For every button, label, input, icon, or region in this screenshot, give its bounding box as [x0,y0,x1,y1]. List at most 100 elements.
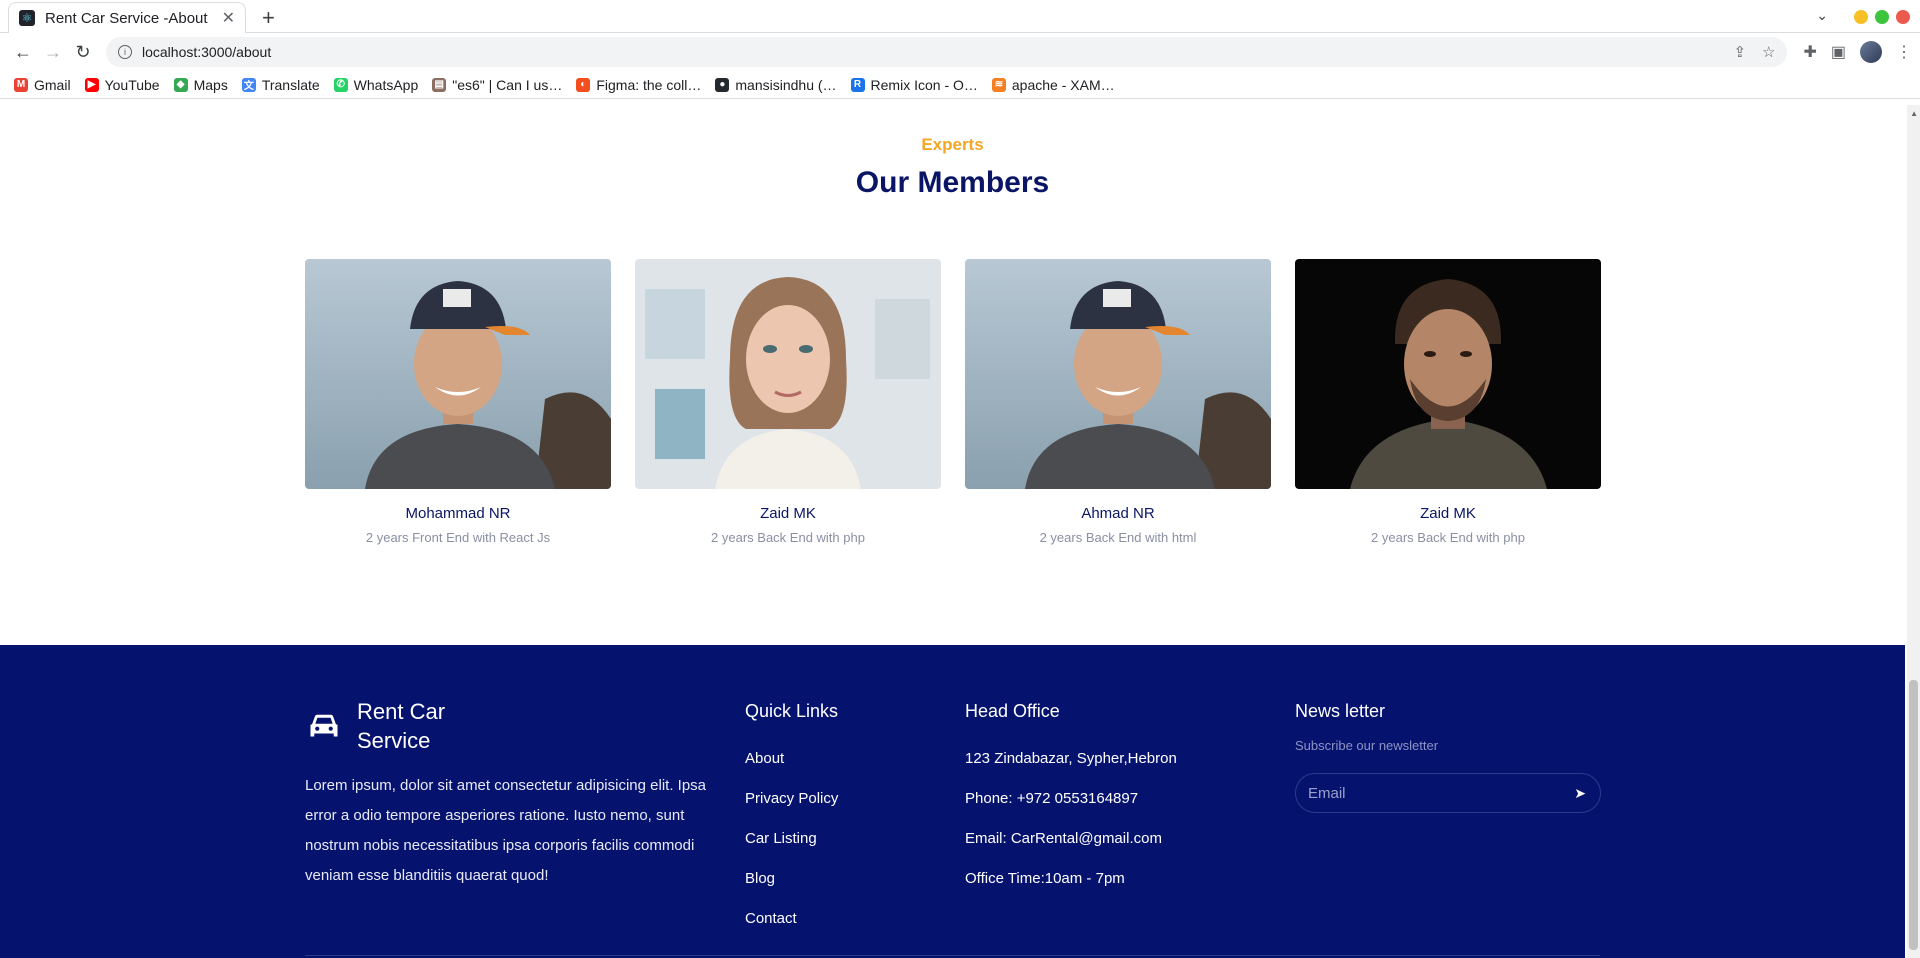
bookmark-favicon-icon: ≋ [991,77,1006,92]
bookmark-favicon-icon: ◐ [576,77,591,92]
url-text: localhost:3000/about [142,44,272,60]
bookmark-favicon-icon: M [14,77,28,92]
member-photo [305,259,611,489]
scrollbar[interactable]: ▲ [1907,105,1920,958]
footer-brand[interactable]: Rent Car Service [305,697,457,755]
member-name: Zaid MK [1420,505,1476,522]
extensions-icon[interactable]: ✚ [1803,42,1816,62]
bookmark-item[interactable]: ● mansisindhu (… [715,76,837,93]
member-role: 2 years Back End with php [1371,530,1525,545]
bookmark-label: "es6" | Can I us… [452,76,563,93]
bookmark-favicon-icon: ▶ [84,77,99,92]
footer-link-contact[interactable]: Contact [745,910,797,927]
members-section: Experts Our Members Mohammad NR 2 years … [0,105,1905,645]
reload-icon[interactable]: ↻ [68,37,98,67]
new-tab-button[interactable]: + [262,5,275,31]
info-icon[interactable]: i [118,45,132,59]
scroll-thumb[interactable] [1909,680,1918,950]
close-window-button[interactable] [1896,10,1910,24]
footer-link-blog[interactable]: Blog [745,870,775,887]
site-footer: Rent Car Service Lorem ipsum, dolor sit … [0,645,1905,958]
maximize-button[interactable] [1875,10,1889,24]
head-office-title: Head Office [965,701,1060,721]
brand-description: Lorem ipsum, dolor sit amet consectetur … [305,777,707,884]
footer-divider [305,955,1600,956]
avatar[interactable] [1860,41,1882,63]
member-name: Ahmad NR [1081,505,1155,522]
member-photo [635,259,941,489]
minimize-button[interactable] [1854,10,1868,24]
bookmark-label: Translate [261,76,320,93]
bookmark-favicon-icon: ● [715,77,730,92]
section-eyebrow: Experts [921,135,984,154]
office-email: Email: CarRental@gmail.com [965,830,1162,847]
bookmark-item[interactable]: ▶ YouTube [84,76,160,93]
bookmark-label: Gmail [34,76,71,93]
bookmarks-bar: M Gmail ▶ YouTube ◆ Maps 文 Translate ✆ WhatsApp ▤ "… [0,71,1920,99]
bookmark-item[interactable]: ▤ "es6" | Can I us… [432,77,562,93]
bookmark-label: mansisindhu (… [735,76,837,93]
quick-links-title: Quick Links [745,701,839,721]
car-icon [310,714,338,737]
member-card: Mohammad NR 2 years Front End with React… [305,259,611,545]
member-card: Zaid MK 2 years Back End with php [1295,259,1601,545]
member-role: 2 years Back End with php [711,530,865,545]
office-phone: Phone: +972 0553164897 [965,790,1139,807]
bookmark-favicon-icon: ◆ [173,77,188,92]
newsletter-subtitle: Subscribe our newsletter [1295,738,1439,753]
member-name: Mohammad NR [405,505,511,522]
footer-link-privacy[interactable]: Privacy Policy [745,790,838,807]
bookmark-label: apache - XAM… [1011,76,1115,93]
star-icon[interactable]: ☆ [1762,43,1775,61]
bookmark-item[interactable]: R Remix Icon - O… [850,76,978,93]
member-role: 2 years Back End with html [1039,530,1197,545]
bookmark-label: YouTube [104,76,160,93]
footer-link-about[interactable]: About [745,750,784,767]
office-address: 123 Zindabazar, Sypher,Hebron [965,750,1177,767]
browser-tab[interactable]: ⚛ Rent Car Service -About ✕ [8,2,246,33]
footer-link-car-listing[interactable]: Car Listing [745,830,817,847]
browser-toolbar: ← → ↻ i localhost:3000/about ⇪ ☆ ✚ ▣ ⋮ [0,33,1920,71]
react-icon: ⚛ [19,10,35,26]
bookmark-item[interactable]: ◆ Maps [173,76,228,93]
menu-icon[interactable]: ⋮ [1896,42,1912,62]
bookmark-item[interactable]: ◐ Figma: the coll… [576,77,701,93]
brand-name: Rent Car Service [357,699,446,753]
address-bar[interactable]: i localhost:3000/about ⇪ ☆ [106,37,1788,67]
bookmark-item[interactable]: ≋ apache - XAM… [991,76,1115,93]
bookmark-item[interactable]: ✆ WhatsApp [333,76,419,93]
bookmark-label: Figma: the coll… [596,76,702,93]
member-card: Zaid MK 2 years Back End with php [635,259,941,545]
bookmark-favicon-icon: ▤ [432,77,447,92]
member-role: 2 years Front End with React Js [365,530,551,545]
share-icon[interactable]: ⇪ [1733,43,1746,61]
bookmark-label: WhatsApp [353,76,419,93]
bookmark-favicon-icon: ✆ [333,77,348,92]
member-photo [1295,259,1601,489]
member-card: Ahmad NR 2 years Back End with html [965,259,1271,545]
page-viewport: Experts Our Members Mohammad NR 2 years … [0,105,1920,958]
scroll-up-icon[interactable]: ▲ [1910,109,1918,118]
close-icon[interactable]: ✕ [222,8,235,28]
window-controls [1854,10,1910,24]
section-title: Our Members [855,166,1050,199]
back-icon[interactable]: ← [8,37,38,67]
bookmark-item[interactable]: M Gmail [14,77,71,93]
tab-bar: ⚛ Rent Car Service -About ✕ + ⌄ [0,0,1920,33]
forward-icon[interactable]: → [38,37,68,67]
member-photo [965,259,1271,489]
newsletter-title: News letter [1295,701,1386,721]
bookmark-label: Maps [193,76,228,93]
tab-title: Rent Car Service -About [45,9,208,27]
send-icon[interactable]: ➤ [1574,785,1586,802]
member-cards: Mohammad NR 2 years Front End with React… [305,259,1601,545]
email-field[interactable] [1308,784,1575,802]
bookmark-item[interactable]: 文 Translate [241,76,320,93]
newsletter-form: ➤ [1295,773,1601,813]
office-time: Office Time:10am - 7pm [965,870,1125,887]
member-name: Zaid MK [760,505,816,522]
bookmark-favicon-icon: 文 [241,77,256,92]
bookmark-label: Remix Icon - O… [870,76,978,93]
chevron-down-icon[interactable]: ⌄ [1816,7,1828,24]
side-panel-icon[interactable]: ▣ [1831,42,1846,62]
